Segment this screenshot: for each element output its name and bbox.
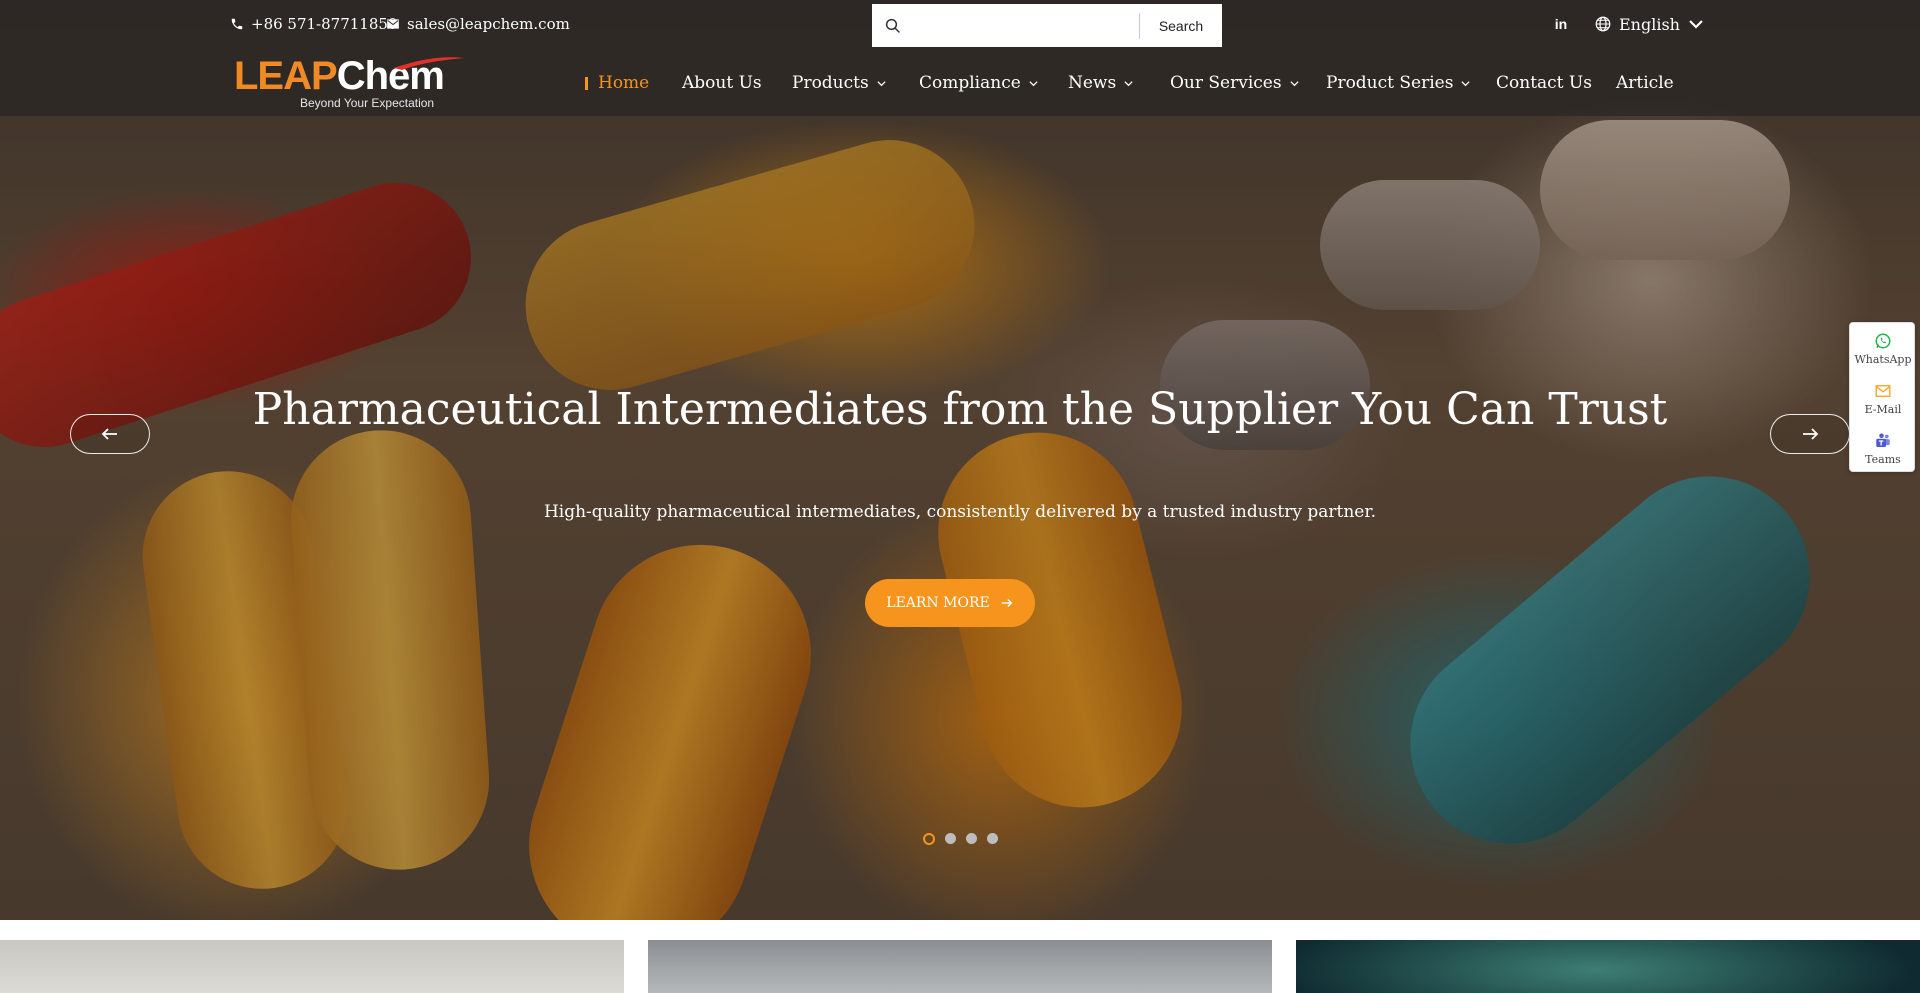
chevron-down-icon: [1289, 80, 1299, 86]
feature-card-image[interactable]: [648, 940, 1272, 993]
chevron-down-icon: [1124, 80, 1133, 86]
nav-label: Compliance: [919, 73, 1021, 93]
arrow-left-icon: [101, 428, 117, 440]
feature-card-image[interactable]: [0, 940, 624, 993]
header-email[interactable]: sales@leapchem.com: [386, 14, 570, 34]
logo[interactable]: LEAPChem Beyond Your Expectation: [234, 54, 464, 114]
search-icon: [872, 4, 914, 47]
nav-item-article[interactable]: Article: [1616, 70, 1674, 96]
logo-tagline: Beyond Your Expectation: [300, 96, 435, 110]
side-contact-widget: WhatsApp E-Mail Teams: [1849, 322, 1915, 472]
learn-more-label: LEARN MORE: [886, 595, 990, 611]
nav-item-our-services[interactable]: Our Services: [1170, 70, 1300, 96]
carousel-dot-2[interactable]: [945, 833, 956, 844]
email-label: E-Mail: [1864, 403, 1902, 416]
arrow-right-icon: [1001, 599, 1013, 607]
hero-banner: [0, 0, 1920, 920]
chevron-down-icon: [1029, 80, 1038, 86]
nav-item-home[interactable]: Home: [585, 70, 649, 96]
carousel-next-button[interactable]: [1770, 414, 1850, 454]
whatsapp-button[interactable]: WhatsApp: [1850, 325, 1916, 373]
nav-item-product-series[interactable]: Product Series: [1326, 70, 1471, 96]
whatsapp-label: WhatsApp: [1854, 353, 1912, 366]
header-phone[interactable]: +86 571-87711850: [230, 14, 397, 34]
hero-overlay: [0, 0, 1920, 920]
mail-icon: [1875, 385, 1891, 397]
carousel-pagination: [923, 833, 998, 847]
nav-label: Our Services: [1170, 73, 1282, 93]
learn-more-button[interactable]: LEARN MORE: [865, 579, 1035, 627]
active-marker: [585, 76, 588, 90]
nav-item-news[interactable]: News: [1068, 70, 1134, 96]
chevron-down-icon: [877, 80, 886, 86]
logo-swoosh-icon: [394, 57, 464, 70]
nav-label: News: [1068, 73, 1117, 93]
nav-label: Home: [598, 73, 650, 93]
nav-label: Contact Us: [1496, 73, 1592, 93]
nav-item-contact-us[interactable]: Contact Us: [1496, 70, 1592, 96]
teams-label: Teams: [1865, 453, 1901, 466]
language-label: English: [1619, 14, 1680, 34]
language-selector[interactable]: English: [1594, 12, 1705, 36]
feature-card-image[interactable]: [1296, 940, 1920, 993]
hero-title: Pharmaceutical Intermediates from the Su…: [252, 384, 1668, 435]
search-input[interactable]: [914, 4, 1139, 47]
arrow-right-icon: [1803, 428, 1819, 440]
search-button[interactable]: Search: [1140, 4, 1222, 47]
chevron-down-icon: [1461, 80, 1471, 86]
whatsapp-icon: [1875, 333, 1891, 349]
email-button[interactable]: E-Mail: [1850, 375, 1916, 423]
nav-label: About Us: [682, 73, 762, 93]
logo-leap-text: LEAP: [234, 54, 338, 98]
hero-subtitle: High-quality pharmaceutical intermediate…: [543, 502, 1377, 522]
carousel-dot-3[interactable]: [966, 833, 977, 844]
globe-icon: [1595, 16, 1611, 32]
phone-icon: [231, 18, 243, 30]
nav-item-compliance[interactable]: Compliance: [919, 70, 1039, 96]
nav-label: Product Series: [1326, 73, 1454, 93]
carousel-dot-1[interactable]: [923, 833, 935, 845]
carousel-prev-button[interactable]: [70, 414, 150, 454]
linkedin-icon[interactable]: in: [1551, 14, 1571, 34]
teams-button[interactable]: Teams: [1850, 425, 1916, 473]
nav-item-products[interactable]: Products: [792, 70, 887, 96]
email-address: sales@leapchem.com: [407, 15, 570, 33]
nav-label: Article: [1616, 73, 1674, 93]
carousel-dot-4[interactable]: [987, 833, 998, 844]
nav-item-about-us[interactable]: About Us: [682, 70, 762, 96]
phone-number: +86 571-87711850: [251, 15, 398, 33]
mail-icon: [387, 19, 399, 29]
search-bar: Search: [872, 4, 1222, 47]
chevron-down-icon: [1689, 20, 1703, 29]
nav-label: Products: [792, 73, 869, 93]
teams-icon: [1876, 433, 1890, 447]
